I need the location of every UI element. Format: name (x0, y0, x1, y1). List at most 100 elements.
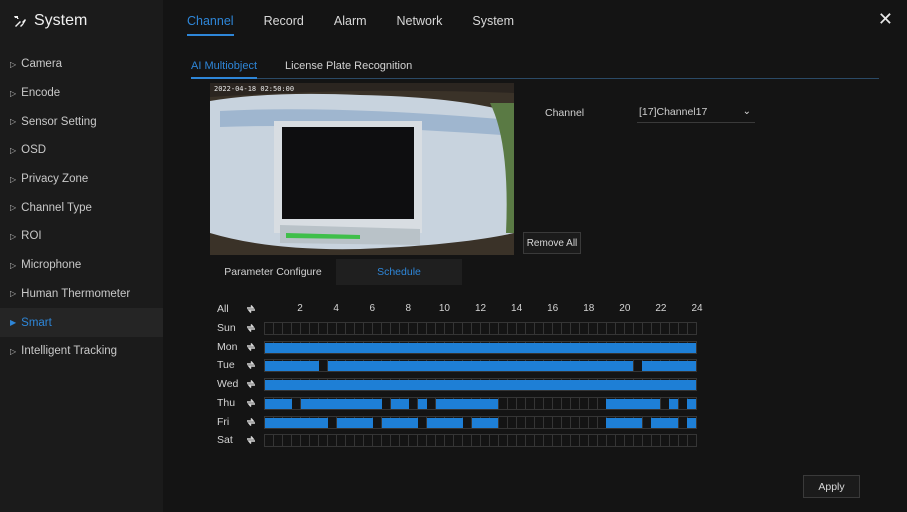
sidebar-item-sensor-setting[interactable]: ▷ Sensor Setting (0, 107, 163, 136)
schedule-segment[interactable] (327, 361, 634, 372)
triangle-right-icon: ▷ (10, 289, 17, 299)
remove-all-button[interactable]: Remove All (523, 232, 581, 254)
schedule-segment[interactable] (265, 361, 319, 372)
hour-label: 10 (438, 303, 450, 314)
schedule-segment[interactable] (265, 398, 292, 409)
schedule-segment[interactable] (265, 417, 328, 428)
sync-icon[interactable] (246, 360, 256, 370)
main-panel: AI Multiobject License Plate Recognition … (163, 42, 907, 512)
triangle-right-icon: ▷ (10, 88, 17, 98)
triangle-right-icon: ▷ (10, 117, 17, 127)
schedule-segment[interactable] (390, 398, 409, 409)
hour-label: 4 (333, 303, 339, 314)
sidebar-item-roi[interactable]: ▷ ROI (0, 222, 163, 251)
channel-label: Channel (545, 107, 585, 119)
schedule-row-sun[interactable] (264, 322, 697, 335)
schedule-row-sat[interactable] (264, 434, 697, 448)
schedule-row-thu[interactable] (264, 396, 697, 410)
chevron-down-icon: ⌄ (742, 106, 751, 117)
sidebar-item-intelligent-tracking[interactable]: ▷ Intelligent Tracking (0, 337, 163, 366)
schedule-segment[interactable] (651, 417, 679, 428)
close-icon[interactable]: ✕ (878, 10, 893, 28)
triangle-right-icon: ▷ (10, 145, 17, 155)
schedule-segment[interactable] (606, 398, 661, 409)
schedule-row-wed[interactable] (264, 378, 697, 392)
schedule-row-mon[interactable] (264, 340, 697, 354)
sidebar-item-human-thermometer[interactable]: ▷ Human Thermometer (0, 280, 163, 309)
triangle-right-icon: ▷ (10, 231, 17, 241)
config-tab-schedule[interactable]: Schedule (336, 259, 462, 285)
schedule-row-fri[interactable] (264, 415, 697, 429)
schedule-segment[interactable] (435, 398, 499, 409)
sidebar-item-camera[interactable]: ▷ Camera (0, 50, 163, 79)
sync-icon[interactable] (246, 398, 256, 408)
sync-icon[interactable] (246, 323, 256, 333)
top-nav: Channel Record Alarm Network System ✕ (163, 0, 907, 42)
apply-button[interactable]: Apply (803, 475, 860, 498)
day-label-wed: Wed (217, 378, 239, 391)
sidebar-item-privacy-zone[interactable]: ▷ Privacy Zone (0, 165, 163, 194)
sub-tabs: AI Multiobject License Plate Recognition (191, 59, 879, 79)
channel-select-value: [17]Channel17 (639, 106, 708, 118)
sync-icon[interactable] (246, 417, 256, 427)
sidebar-item-label: Microphone (21, 259, 82, 272)
tab-record[interactable]: Record (264, 0, 304, 42)
sidebar-item-smart[interactable]: ▶ Smart (0, 308, 163, 337)
sidebar-item-encode[interactable]: ▷ Encode (0, 79, 163, 108)
sync-icon[interactable] (246, 304, 256, 314)
hour-label: 14 (511, 303, 523, 314)
preview-image (210, 83, 514, 255)
schedule-segment[interactable] (471, 417, 499, 428)
sidebar-item-osd[interactable]: ▷ OSD (0, 136, 163, 165)
schedule-row-tue[interactable] (264, 359, 697, 373)
schedule-segment[interactable] (381, 417, 418, 428)
schedule-segment[interactable] (336, 417, 373, 428)
preview-timestamp: 2022-04-18 02:50:00 (214, 85, 295, 93)
schedule-segment[interactable] (687, 417, 696, 428)
sync-icon[interactable] (246, 435, 256, 445)
sidebar-item-label: Human Thermometer (21, 287, 131, 300)
day-label-sun: Sun (217, 322, 236, 334)
triangle-right-icon: ▷ (10, 346, 17, 356)
day-label-fri: Fri (217, 415, 230, 428)
schedule-segment[interactable] (669, 398, 679, 409)
schedule-segment[interactable] (300, 398, 382, 409)
schedule-segment[interactable] (265, 342, 696, 353)
tab-network[interactable]: Network (397, 0, 443, 42)
channel-select[interactable]: [17]Channel17 ⌄ (637, 103, 755, 123)
camera-preview: 2022-04-18 02:50:00 (210, 83, 514, 255)
sidebar-item-label: OSD (21, 144, 47, 157)
day-label-thu: Thu (217, 396, 236, 409)
triangle-right-icon: ▷ (10, 260, 17, 270)
sync-icon[interactable] (246, 379, 256, 389)
schedule-segment[interactable] (678, 380, 696, 391)
tab-alarm[interactable]: Alarm (334, 0, 367, 42)
schedule-segment[interactable] (687, 398, 696, 409)
sidebar-item-label: Channel Type (21, 201, 92, 214)
hour-label: 18 (583, 303, 595, 314)
side-menu: ▷ Camera ▷ Encode ▷ Sensor Setting ▷ OSD ▷ Privac… (0, 50, 163, 366)
config-tab-parameter-configure[interactable]: Parameter Configure (210, 259, 336, 285)
sidebar-item-microphone[interactable]: ▷ Microphone (0, 251, 163, 280)
sidebar-item-label: Encode (21, 87, 61, 100)
sync-icon[interactable] (246, 342, 256, 352)
schedule-segment[interactable] (426, 417, 463, 428)
schedule-segment[interactable] (642, 361, 696, 372)
subtab-ai-multiobject[interactable]: AI Multiobject (191, 59, 258, 79)
sidebar-item-label: Privacy Zone (21, 173, 89, 186)
schedule-segment[interactable] (417, 398, 427, 409)
hour-label: 16 (547, 303, 559, 314)
sidebar-item-label: Smart (21, 316, 52, 329)
triangle-right-icon: ▶ (10, 318, 17, 328)
hour-label: 22 (655, 303, 667, 314)
tab-system[interactable]: System (472, 0, 514, 42)
tab-channel[interactable]: Channel (187, 0, 234, 42)
triangle-right-icon: ▷ (10, 203, 17, 213)
triangle-right-icon: ▷ (10, 59, 17, 69)
subtab-license-plate-recognition[interactable]: License Plate Recognition (285, 59, 412, 78)
triangle-right-icon: ▷ (10, 174, 17, 184)
hour-label: 6 (369, 303, 376, 314)
schedule-segment[interactable] (265, 380, 679, 391)
schedule-segment[interactable] (606, 417, 643, 428)
sidebar-item-channel-type[interactable]: ▷ Channel Type (0, 193, 163, 222)
